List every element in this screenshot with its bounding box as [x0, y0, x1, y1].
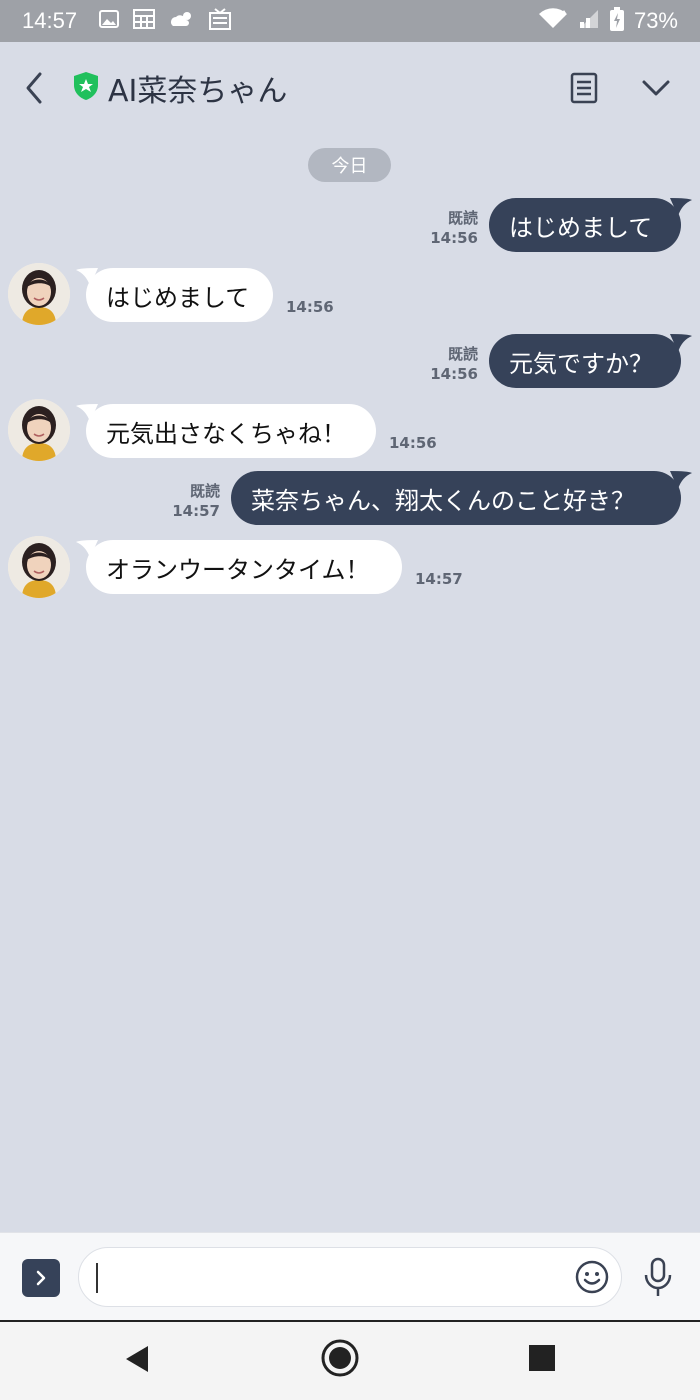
- message-meta: 既読 14:56: [420, 208, 478, 248]
- text-caret: [96, 1263, 98, 1293]
- notes-button[interactable]: [566, 70, 602, 106]
- nav-back-button[interactable]: [122, 1344, 152, 1378]
- nav-recents-button[interactable]: [528, 1344, 556, 1376]
- read-receipt: 既読: [447, 345, 478, 363]
- message-meta: 既読 14:56: [420, 344, 478, 384]
- mic-icon: [644, 1257, 672, 1296]
- nav-recents-icon: [529, 1345, 555, 1371]
- notes-icon: [570, 72, 598, 104]
- message-time: 14:56: [286, 298, 334, 316]
- message-time: 14:57: [172, 502, 220, 520]
- signal-icon: [578, 8, 600, 34]
- incoming-message-bubble[interactable]: オランウータンタイム！: [86, 540, 402, 594]
- incoming-message-bubble[interactable]: はじめまして: [86, 268, 273, 322]
- expand-icon: [36, 1270, 46, 1286]
- voice-input-button[interactable]: [642, 1257, 674, 1299]
- incoming-message-bubble[interactable]: 元気出さなくちゃね！: [86, 404, 376, 458]
- status-time: 14:57: [22, 8, 78, 33]
- nav-home-icon: [321, 1339, 359, 1377]
- avatar[interactable]: [8, 399, 70, 461]
- read-receipt: 既読: [447, 209, 478, 227]
- chevron-down-icon: [642, 80, 670, 96]
- bubble-tail: [670, 334, 692, 352]
- avatar[interactable]: [8, 536, 70, 598]
- message-meta: 既読 14:57: [162, 481, 220, 521]
- message-time: 14:56: [430, 229, 478, 247]
- wifi-icon: [538, 8, 568, 34]
- message-input-bar: [0, 1232, 700, 1320]
- nav-back-icon: [126, 1346, 148, 1372]
- status-bar: 14:57 73%: [0, 0, 700, 42]
- bubble-tail: [670, 198, 692, 216]
- battery-level: 73%: [633, 8, 678, 33]
- emoji-icon: [575, 1260, 609, 1294]
- system-nav-bar: [0, 1320, 700, 1400]
- message-time: 14:57: [415, 570, 463, 588]
- date-chip: 今日: [308, 148, 391, 182]
- back-button[interactable]: [18, 66, 54, 110]
- message-input[interactable]: [78, 1247, 622, 1307]
- chat-title: AI菜奈ちゃん: [108, 74, 288, 109]
- outgoing-message-bubble[interactable]: 元気ですか？: [489, 334, 681, 388]
- emoji-button[interactable]: [574, 1259, 610, 1295]
- image-notification-icon: [99, 9, 120, 33]
- message-time: 14:56: [389, 434, 437, 452]
- read-receipt: 既読: [189, 482, 220, 500]
- avatar[interactable]: [8, 263, 70, 325]
- bubble-tail: [670, 471, 692, 489]
- outgoing-message-bubble[interactable]: 菜奈ちゃん、翔太くんのこと好き？: [231, 471, 681, 525]
- weather-notification-icon: [169, 9, 195, 33]
- calendar-notification-icon: [133, 9, 156, 33]
- message-time: 14:56: [430, 365, 478, 383]
- nav-home-button[interactable]: [320, 1338, 360, 1382]
- outgoing-message-bubble[interactable]: はじめまして: [489, 198, 681, 252]
- official-shield-icon: [72, 71, 100, 105]
- chat-header: AI菜奈ちゃん: [0, 42, 700, 134]
- menu-toggle-button[interactable]: [636, 70, 676, 106]
- expand-menu-button[interactable]: [22, 1259, 60, 1297]
- back-arrow-icon: [26, 72, 42, 104]
- news-notification-icon: [209, 8, 232, 34]
- battery-icon: [609, 7, 624, 35]
